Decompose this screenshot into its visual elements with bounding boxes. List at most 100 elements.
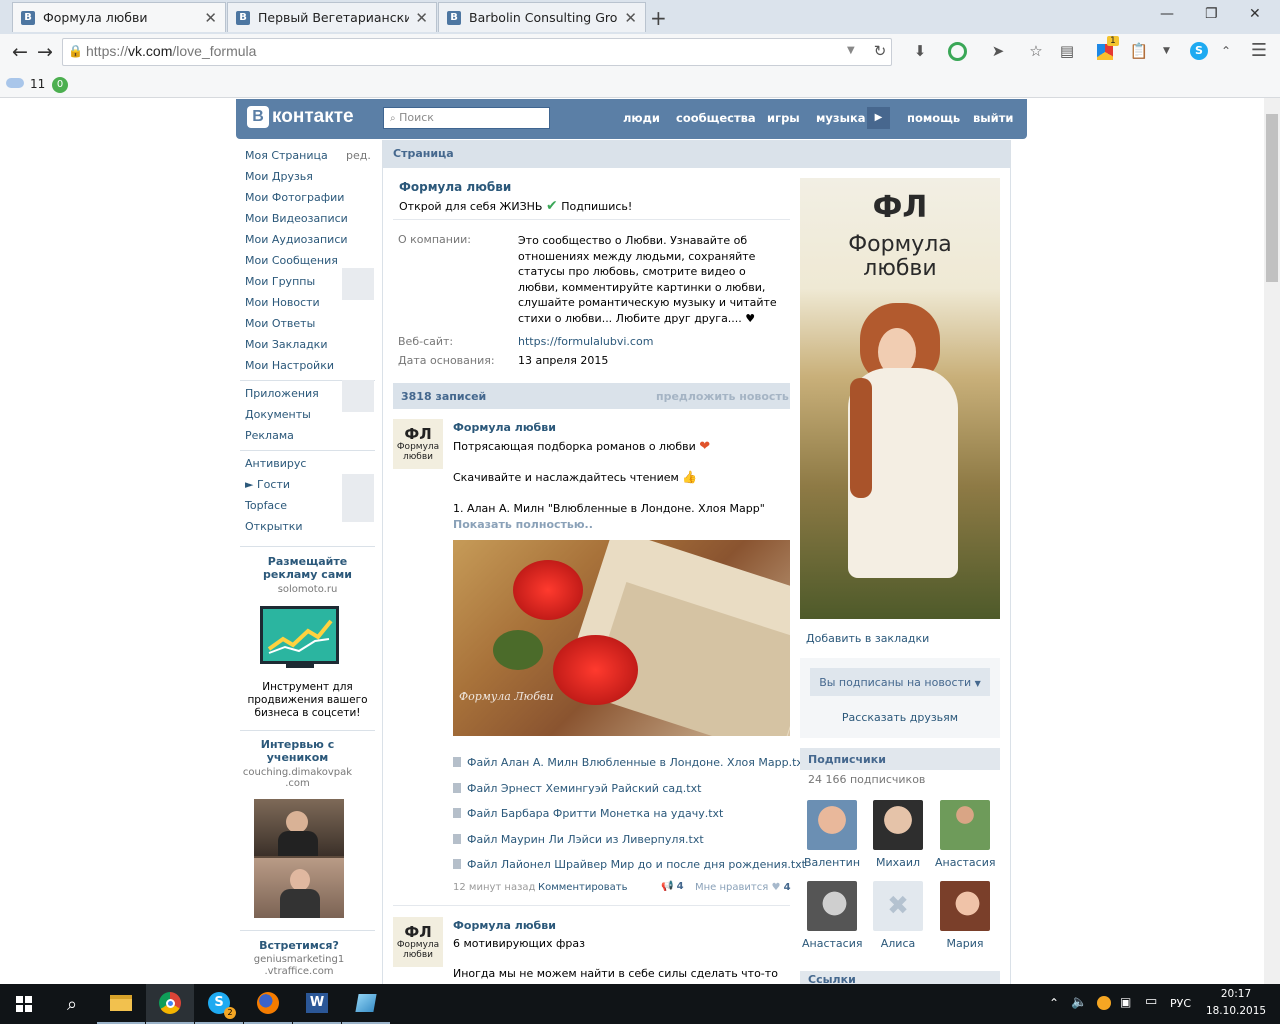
tab-pervyi-vegetarianskii[interactable]: B Первый Вегетарианский ✕ bbox=[227, 2, 437, 32]
menu-ads[interactable]: Реклама bbox=[245, 429, 294, 442]
minimize-icon[interactable]: — bbox=[1160, 6, 1174, 22]
network-icon[interactable]: ▣ bbox=[1120, 995, 1131, 1009]
nav-logout[interactable]: выйти bbox=[973, 111, 1013, 125]
search-icon[interactable]: ⌕ bbox=[48, 984, 96, 1024]
file-attachment[interactable]: Файл Эрнест Хемингуэй Райский сад.txt bbox=[453, 782, 701, 795]
menu-icon[interactable]: ☰ bbox=[1248, 40, 1270, 62]
menu-postcards[interactable]: Открытки bbox=[245, 520, 303, 533]
scrollbar-thumb[interactable] bbox=[1266, 114, 1278, 282]
menu-my-settings[interactable]: Мои Настройки bbox=[245, 359, 334, 372]
menu-my-audio[interactable]: Мои Аудиозаписи bbox=[245, 233, 348, 246]
chevron-up-icon[interactable]: ⌃ bbox=[1215, 40, 1237, 62]
post-time[interactable]: 12 минут назад bbox=[453, 882, 535, 893]
ad-title[interactable]: Интервью с учеником bbox=[240, 738, 355, 764]
send-icon[interactable]: ➤ bbox=[987, 40, 1009, 62]
chevron-up-icon[interactable]: ⌃ bbox=[1049, 996, 1059, 1010]
menu-my-messages[interactable]: Мои Сообщения bbox=[245, 254, 338, 267]
menu-antivirus[interactable]: Антивирус bbox=[245, 457, 306, 470]
subscriber-card[interactable]: Валентин bbox=[802, 800, 862, 869]
file-attachment[interactable]: Файл Барбара Фритти Монетка на удачу.txt bbox=[453, 807, 723, 820]
extension-green-icon[interactable] bbox=[948, 42, 967, 61]
clipboard-icon[interactable]: 📋 bbox=[1128, 40, 1150, 62]
repost-button[interactable]: 📢 4 bbox=[661, 881, 684, 892]
like-button[interactable]: Мне нравится ♥ 4 bbox=[695, 882, 791, 893]
close-icon[interactable]: ✕ bbox=[204, 9, 217, 27]
menu-documents[interactable]: Документы bbox=[245, 408, 311, 421]
restore-icon[interactable]: ❐ bbox=[1205, 6, 1218, 22]
add-bookmark-link[interactable]: Добавить в закладки bbox=[806, 632, 929, 645]
group-cover-image[interactable]: ФЛ Формула любви bbox=[800, 178, 1000, 619]
file-attachment[interactable]: Файл Алан А. Милн Влюбленные в Лондоне. … bbox=[453, 756, 807, 769]
menu-guests[interactable]: ► Гости bbox=[245, 478, 290, 491]
app-icon[interactable] bbox=[342, 984, 390, 1024]
menu-my-videos[interactable]: Мои Видеозаписи bbox=[245, 212, 348, 225]
subscriber-card[interactable]: Михаил bbox=[868, 800, 928, 869]
post-avatar[interactable]: ФЛ Формула любви bbox=[393, 917, 443, 967]
skype-taskbar-icon[interactable]: S bbox=[195, 984, 243, 1024]
show-more-link[interactable]: Показать полностью.. bbox=[453, 518, 593, 531]
comment-link[interactable]: Комментировать bbox=[538, 882, 628, 893]
chrome-icon[interactable] bbox=[146, 984, 194, 1024]
window-close-icon[interactable]: ✕ bbox=[1249, 6, 1261, 22]
file-attachment[interactable]: Файл Лайонел Шрайвер Мир до и после дня … bbox=[453, 858, 806, 871]
url-text[interactable]: https://vk.com/love_formula bbox=[86, 43, 256, 59]
nav-help[interactable]: помощь bbox=[907, 111, 960, 125]
nav-games[interactable]: игры bbox=[767, 111, 800, 125]
close-icon[interactable]: ✕ bbox=[624, 9, 637, 27]
notifications-icon[interactable]: ▭ bbox=[1145, 994, 1157, 1009]
ad-title[interactable]: Размещайте рекламу сами bbox=[240, 555, 375, 581]
vk-logo[interactable]: Bконтакте bbox=[247, 106, 354, 128]
tell-friends-link[interactable]: Рассказать друзьям bbox=[800, 711, 1000, 724]
subscriber-card[interactable]: Мария bbox=[935, 881, 995, 950]
suggest-news-link[interactable]: предложить новость bbox=[656, 390, 789, 403]
menu-my-friends[interactable]: Мои Друзья bbox=[245, 170, 313, 183]
play-icon[interactable]: ▶ bbox=[867, 107, 890, 129]
website-link[interactable]: https://formulalubvi.com bbox=[518, 335, 653, 348]
links-header[interactable]: Ссылки bbox=[800, 971, 1000, 984]
menu-my-answers[interactable]: Мои Ответы bbox=[245, 317, 315, 330]
close-icon[interactable]: ✕ bbox=[415, 9, 428, 27]
file-explorer-icon[interactable] bbox=[97, 984, 145, 1024]
ad-title[interactable]: Встретимся? bbox=[240, 939, 358, 952]
tab-barbolin-consulting[interactable]: B Barbolin Consulting Grou… ✕ bbox=[438, 2, 646, 32]
nav-people[interactable]: люди bbox=[623, 111, 660, 125]
windows-start-icon[interactable] bbox=[0, 984, 48, 1024]
post-avatar[interactable]: ФЛ Формула любви bbox=[393, 419, 443, 469]
menu-edit-link[interactable]: ред. bbox=[346, 149, 371, 162]
download-icon[interactable]: ⬇ bbox=[909, 40, 931, 62]
new-tab-icon[interactable]: + bbox=[650, 6, 667, 30]
chevron-down-icon[interactable]: ▼ bbox=[1163, 46, 1170, 56]
subscribers-header[interactable]: Подписчики bbox=[800, 748, 1000, 770]
search-input[interactable]: ⌕ Поиск bbox=[383, 107, 550, 129]
menu-my-groups[interactable]: Мои Группы bbox=[245, 275, 315, 288]
subscribed-dropdown[interactable]: Вы подписаны на новости ▼ bbox=[810, 668, 990, 696]
menu-my-bookmarks[interactable]: Мои Закладки bbox=[245, 338, 327, 351]
subscribers-count[interactable]: 24 166 подписчиков bbox=[808, 773, 925, 786]
post-author[interactable]: Формула любви bbox=[453, 919, 556, 932]
language-indicator[interactable]: РУС bbox=[1170, 997, 1191, 1010]
volume-icon[interactable]: 🔈 bbox=[1071, 995, 1087, 1010]
reader-icon[interactable]: ▤ bbox=[1056, 40, 1078, 62]
word-icon[interactable]: W bbox=[293, 984, 341, 1024]
ad-image-monitor[interactable] bbox=[260, 606, 339, 664]
dropdown-icon[interactable]: ▼ bbox=[847, 45, 855, 56]
menu-my-news[interactable]: Мои Новости bbox=[245, 296, 320, 309]
skype-icon[interactable]: S bbox=[1190, 42, 1208, 60]
clock-time[interactable]: 20:17 bbox=[1210, 988, 1262, 1000]
tray-app-icon[interactable] bbox=[1097, 996, 1111, 1010]
star-icon[interactable]: ☆ bbox=[1025, 40, 1047, 62]
posts-count[interactable]: 3818 записей bbox=[401, 390, 486, 403]
extension-colors-icon[interactable] bbox=[1097, 44, 1113, 60]
subscriber-card[interactable]: ✖ Алиса bbox=[868, 881, 928, 950]
back-icon[interactable]: ← bbox=[8, 40, 32, 64]
extension-counter-badge[interactable]: 0 bbox=[52, 77, 68, 93]
menu-my-page[interactable]: Моя Страница bbox=[245, 149, 328, 162]
post-image-roses-book[interactable]: Формула Любви bbox=[453, 540, 790, 736]
post-author[interactable]: Формула любви bbox=[453, 421, 556, 434]
ad-image-video[interactable] bbox=[254, 799, 344, 918]
nav-communities[interactable]: сообщества bbox=[676, 111, 756, 125]
menu-my-photos[interactable]: Мои Фотографии bbox=[245, 191, 344, 204]
forward-icon[interactable]: → bbox=[33, 40, 57, 64]
subscriber-card[interactable]: Анастасия bbox=[935, 800, 995, 869]
nav-music[interactable]: музыка bbox=[816, 111, 866, 125]
